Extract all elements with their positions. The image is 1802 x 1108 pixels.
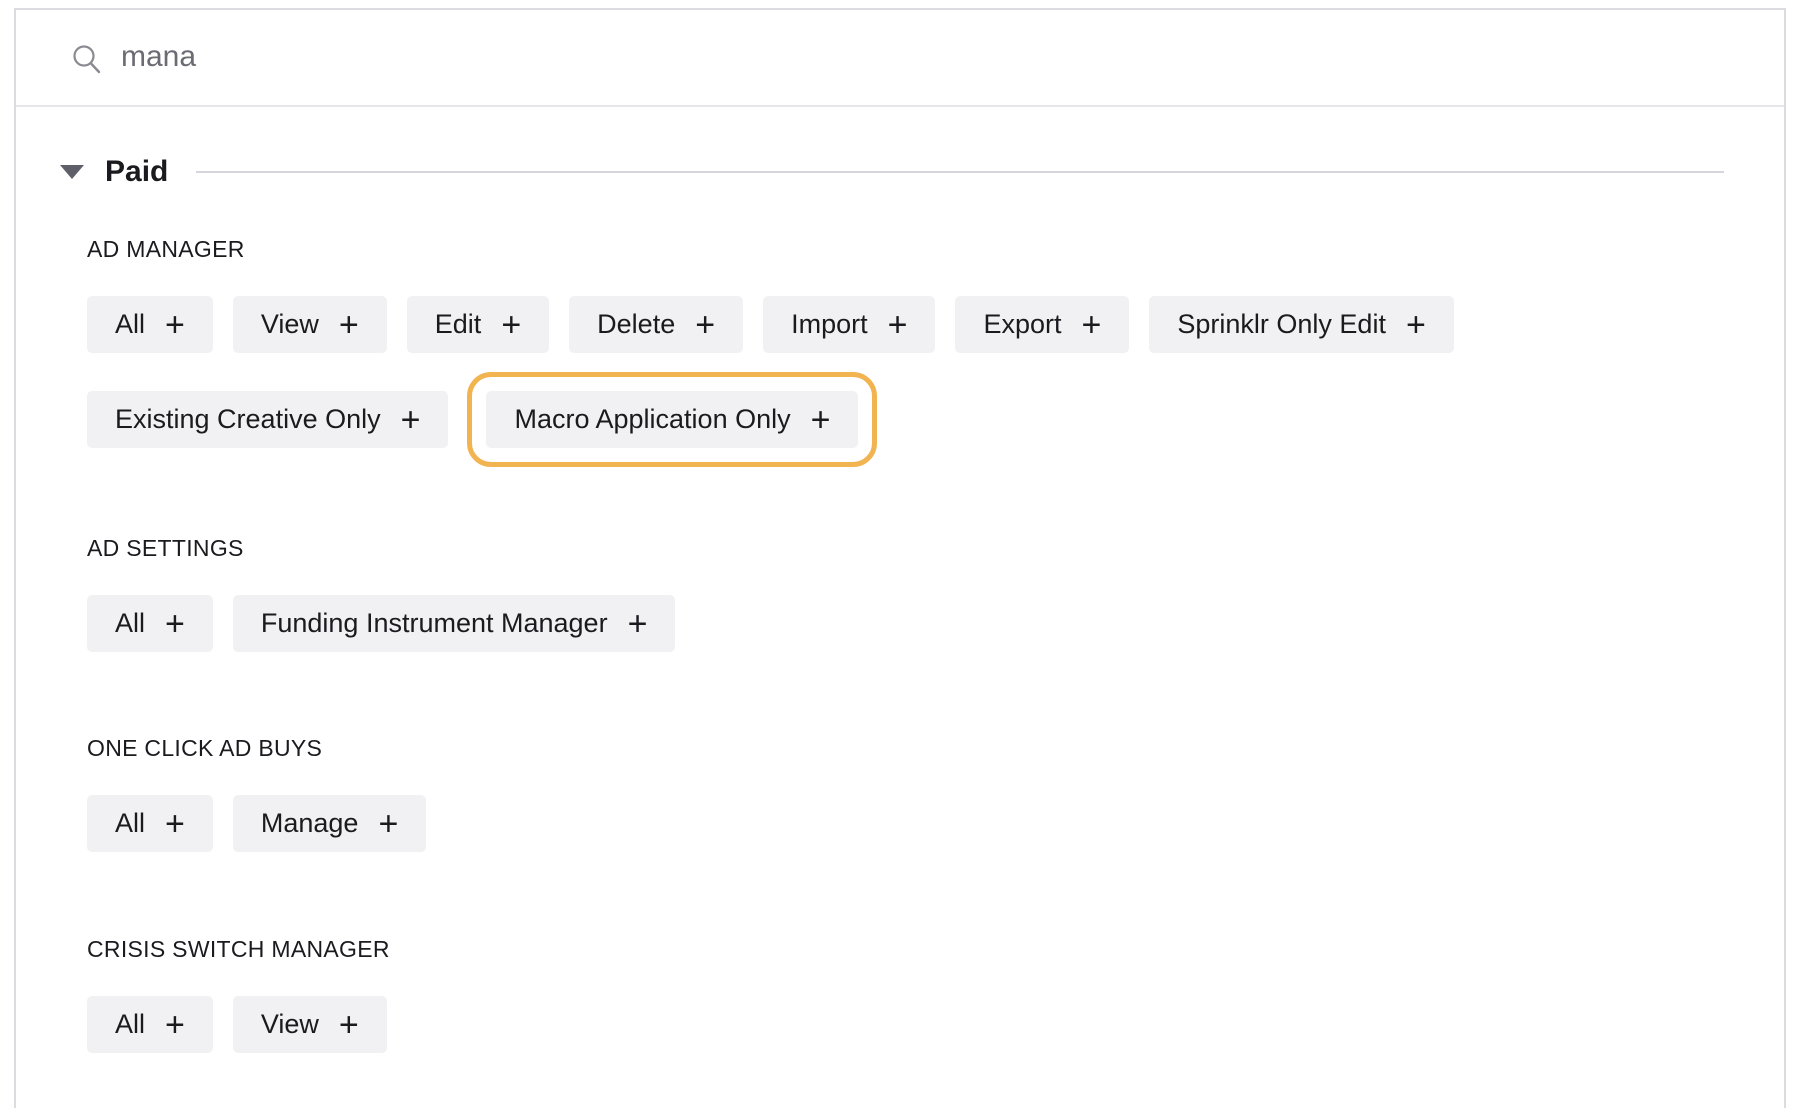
section-label: ONE CLICK AD BUYS bbox=[87, 735, 323, 761]
permission-chip-delete[interactable]: Delete + bbox=[569, 296, 744, 353]
plus-icon: + bbox=[165, 604, 185, 643]
chip-label: Delete bbox=[597, 309, 676, 339]
section-ad-settings: AD SETTINGS All + Funding Instrument Manag… bbox=[87, 533, 1587, 652]
chip-label: Funding Instrument Manager bbox=[260, 608, 608, 638]
search-bar bbox=[16, 10, 1784, 107]
plus-icon: + bbox=[695, 305, 716, 344]
plus-icon: + bbox=[887, 305, 908, 344]
chip-label: Export bbox=[983, 309, 1062, 339]
plus-icon: + bbox=[165, 305, 185, 344]
section-one-click-ad-buys: ONE CLICK AD BUYS All + Manage + bbox=[87, 733, 1587, 852]
plus-icon: + bbox=[338, 305, 359, 344]
search-icon bbox=[73, 45, 101, 74]
permission-chip-sprinklr-only-edit[interactable]: Sprinklr Only Edit + bbox=[1149, 296, 1454, 353]
permission-chip-view[interactable]: View + bbox=[232, 996, 387, 1053]
permission-chip-all[interactable]: All + bbox=[87, 595, 213, 652]
chip-label: All bbox=[115, 808, 146, 838]
plus-icon: + bbox=[627, 604, 648, 643]
chip-label: All bbox=[115, 1009, 146, 1039]
chip-label: Macro Application Only bbox=[514, 404, 791, 434]
section-label: AD MANAGER bbox=[87, 236, 245, 262]
section-label: CRISIS SWITCH MANAGER bbox=[87, 936, 390, 962]
plus-icon: + bbox=[1081, 305, 1102, 344]
section-crisis-switch-manager: CRISIS SWITCH MANAGER All + View + bbox=[87, 934, 1587, 1053]
permission-chip-export[interactable]: Export + bbox=[955, 296, 1130, 353]
search-input[interactable] bbox=[121, 34, 921, 80]
chip-label: All bbox=[115, 608, 146, 638]
plus-icon: + bbox=[165, 804, 185, 843]
plus-icon: + bbox=[1405, 305, 1426, 344]
section-label: AD SETTINGS bbox=[87, 535, 244, 561]
plus-icon: + bbox=[400, 400, 421, 439]
plus-icon: + bbox=[810, 400, 831, 439]
group-title[interactable]: Paid bbox=[105, 155, 168, 189]
chip-label: All bbox=[115, 309, 146, 339]
divider bbox=[196, 171, 1724, 173]
permission-chip-funding-instrument-manager[interactable]: Funding Instrument Manager + bbox=[232, 595, 676, 652]
plus-icon: + bbox=[165, 1005, 185, 1044]
permission-chip-manage[interactable]: Manage + bbox=[232, 795, 427, 852]
plus-icon: + bbox=[501, 305, 522, 344]
chip-label: Sprinklr Only Edit bbox=[1177, 309, 1386, 339]
permission-chip-all[interactable]: All + bbox=[87, 296, 213, 353]
permission-chip-view[interactable]: View + bbox=[232, 296, 387, 353]
permission-chip-all[interactable]: All + bbox=[87, 996, 213, 1053]
chip-label: Edit bbox=[434, 309, 482, 339]
permission-chip-macro-application-only[interactable]: Macro Application Only + bbox=[467, 372, 878, 467]
chip-label: View bbox=[260, 1009, 319, 1039]
permission-chip-import[interactable]: Import + bbox=[763, 296, 936, 353]
permission-chip-edit[interactable]: Edit + bbox=[406, 296, 550, 353]
chip-label: Existing Creative Only bbox=[115, 404, 381, 434]
permission-chip-existing-creative-only[interactable]: Existing Creative Only + bbox=[87, 391, 449, 448]
section-ad-manager: AD MANAGER All + View + Edit + Delete + Import + E… bbox=[87, 234, 1587, 467]
chip-label: View bbox=[260, 309, 319, 339]
plus-icon: + bbox=[378, 804, 399, 843]
group-header-paid: Paid bbox=[60, 150, 1724, 194]
plus-icon: + bbox=[338, 1005, 359, 1044]
chip-label: Manage bbox=[260, 808, 359, 838]
chip-label: Import bbox=[791, 309, 868, 339]
permission-chip-all[interactable]: All + bbox=[87, 795, 213, 852]
collapse-triangle-icon[interactable] bbox=[60, 165, 84, 179]
